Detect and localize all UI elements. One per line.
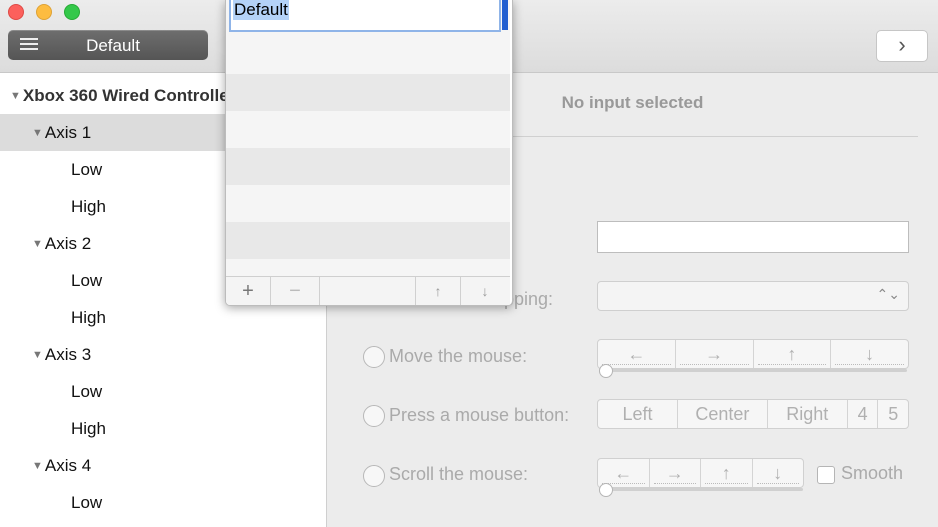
press-button-radio[interactable] bbox=[363, 405, 385, 427]
tree-row-label: Axis 3 bbox=[44, 345, 92, 364]
mouse-button-control[interactable]: Left Center Right 4 5 bbox=[597, 399, 909, 429]
button-5-segment[interactable]: 5 bbox=[878, 400, 908, 428]
mapping-name: Default bbox=[86, 36, 140, 55]
move-speed-slider[interactable] bbox=[599, 369, 907, 372]
mapping-list-button[interactable]: Default bbox=[8, 30, 208, 60]
list-item bbox=[226, 37, 510, 74]
list-toolbar: + − ↑ ↓ bbox=[226, 276, 510, 305]
tick-marks bbox=[602, 360, 671, 365]
list-item bbox=[226, 74, 510, 111]
tick-marks bbox=[705, 479, 748, 484]
tick-marks bbox=[679, 360, 749, 365]
scrollbar[interactable] bbox=[502, 0, 508, 30]
close-window-button[interactable] bbox=[8, 4, 24, 20]
controller-name: Xbox 360 Wired Controller bbox=[22, 86, 236, 105]
smooth-label: Smooth bbox=[841, 463, 904, 483]
tree-row-label: Axis 2 bbox=[44, 234, 92, 253]
tree-row-label: Low bbox=[71, 493, 103, 512]
arrow-down-icon: ↓ bbox=[481, 283, 489, 299]
disclosure-triangle-icon[interactable]: ▼ bbox=[32, 460, 43, 472]
scroll-speed-slider[interactable] bbox=[599, 488, 803, 491]
minus-icon: − bbox=[289, 280, 301, 302]
button-center-segment[interactable]: Center bbox=[678, 400, 768, 428]
move-up-button[interactable]: ↑ bbox=[416, 277, 461, 305]
tick-marks bbox=[757, 360, 827, 365]
button-left-segment[interactable]: Left bbox=[598, 400, 678, 428]
move-mouse-label: Move the mouse: bbox=[389, 346, 528, 366]
move-down-button[interactable]: ↓ bbox=[461, 277, 509, 305]
smooth-checkbox[interactable] bbox=[817, 466, 835, 484]
disclosure-triangle-icon[interactable]: ▼ bbox=[10, 90, 21, 102]
mapping-name-text: Default bbox=[233, 0, 289, 20]
plus-icon: + bbox=[242, 280, 254, 302]
list-icon bbox=[20, 38, 38, 52]
mapping-list-popover: Default + − ↑ ↓ bbox=[225, 0, 513, 306]
toolbar-spacer bbox=[320, 277, 416, 305]
popover-arrow bbox=[211, 36, 225, 56]
button-right-segment[interactable]: Right bbox=[768, 400, 848, 428]
scroll-down-segment[interactable]: ↓ bbox=[753, 459, 804, 487]
tree-row-axis[interactable]: ▼ Axis 3 bbox=[0, 336, 358, 373]
list-item bbox=[226, 185, 510, 222]
tree-row-label: Low bbox=[71, 382, 103, 401]
chevron-right-icon: › bbox=[898, 32, 906, 57]
tick-marks bbox=[756, 479, 799, 484]
list-item bbox=[226, 111, 510, 148]
scroll-mouse-label: Scroll the mouse: bbox=[389, 464, 529, 484]
mapping-popup[interactable]: ⌃⌄ bbox=[597, 281, 909, 311]
tick-marks bbox=[653, 479, 696, 484]
button-4-segment[interactable]: 4 bbox=[848, 400, 879, 428]
tree-row-label: Low bbox=[71, 160, 103, 179]
remove-mapping-button[interactable]: − bbox=[271, 277, 320, 305]
tick-marks bbox=[835, 360, 904, 365]
disclosure-triangle-icon[interactable]: ▼ bbox=[32, 238, 43, 250]
add-mapping-button[interactable]: + bbox=[226, 277, 271, 305]
tree-row-label: High bbox=[71, 197, 106, 216]
tree-row-label: Axis 1 bbox=[44, 123, 92, 142]
arrow-up-icon: ↑ bbox=[434, 283, 442, 299]
move-down-segment[interactable]: ↓ bbox=[831, 340, 908, 368]
disclosure-triangle-icon[interactable]: ▼ bbox=[32, 127, 43, 139]
tree-row-label: High bbox=[71, 419, 106, 438]
key-input-field[interactable] bbox=[597, 221, 909, 253]
scroll-up-segment[interactable]: ↑ bbox=[701, 459, 753, 487]
move-direction-control[interactable]: ← → ↑ ↓ bbox=[597, 339, 909, 369]
move-speed-knob[interactable] bbox=[599, 364, 613, 378]
move-mouse-radio[interactable] bbox=[363, 346, 385, 368]
zoom-window-button[interactable] bbox=[64, 4, 80, 20]
disclosure-triangle-icon[interactable]: ▼ bbox=[32, 349, 43, 361]
scroll-direction-control[interactable]: ← → ↑ ↓ bbox=[597, 458, 804, 488]
next-button[interactable]: › bbox=[876, 30, 928, 62]
list-item bbox=[226, 222, 510, 259]
tree-row-label: Low bbox=[71, 271, 103, 290]
list-item bbox=[226, 148, 510, 185]
scroll-right-segment[interactable]: → bbox=[650, 459, 701, 487]
tree-row-label: Axis 4 bbox=[44, 456, 92, 475]
mapping-name-editor[interactable]: Default bbox=[229, 0, 501, 32]
scroll-mouse-radio[interactable] bbox=[363, 465, 385, 487]
scroll-speed-knob[interactable] bbox=[599, 483, 613, 497]
move-right-segment[interactable]: → bbox=[676, 340, 754, 368]
press-button-label: Press a mouse button: bbox=[389, 405, 570, 425]
updown-chevron-icon: ⌃⌄ bbox=[876, 286, 900, 302]
move-left-segment[interactable]: ← bbox=[598, 340, 676, 368]
tree-row-axis[interactable]: ▼ Axis 4 bbox=[0, 447, 358, 484]
move-up-segment[interactable]: ↑ bbox=[754, 340, 832, 368]
minimize-window-button[interactable] bbox=[36, 4, 52, 20]
tree-row-label: High bbox=[71, 308, 106, 327]
